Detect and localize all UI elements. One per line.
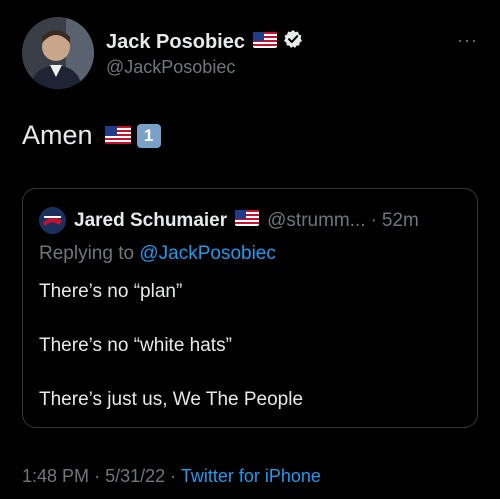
author-avatar[interactable] (22, 17, 94, 89)
separator-dot: · (170, 466, 177, 486)
tweet-text: Amen 1 (22, 120, 161, 151)
author-name[interactable]: Jack Posobiec (106, 29, 303, 55)
more-options-icon[interactable]: ··· (457, 30, 478, 51)
us-flag-icon (252, 31, 277, 54)
separator-dot: · (94, 466, 101, 486)
quoted-author-handle: @strumm... (267, 209, 366, 231)
verified-badge-icon (283, 29, 303, 55)
quoted-author-avatar (39, 207, 66, 234)
quoted-tweet-card[interactable]: Jared Schumaier @strumm... · 52m Replyin… (22, 188, 478, 428)
replying-to-mention[interactable]: @JackPosobiec (139, 243, 276, 264)
tweet-meta: 1:48 PM · 5/31/22 · Twitter for iPhone (22, 466, 321, 487)
avatar-photo (22, 17, 94, 89)
quoted-tweet-header: Jared Schumaier @strumm... · 52m (39, 207, 419, 234)
tweet-source-link[interactable]: Twitter for iPhone (181, 466, 321, 486)
separator-dot: · (370, 209, 377, 231)
tweet-time[interactable]: 1:48 PM (22, 466, 89, 486)
replying-to-prefix: Replying to (39, 243, 135, 264)
quoted-author-name: Jared Schumaier (74, 209, 228, 231)
replying-to: Replying to @JackPosobiec (39, 243, 276, 265)
us-flag-icon (104, 120, 131, 151)
tweet-date[interactable]: 5/31/22 (105, 466, 165, 486)
keycap-one-icon: 1 (136, 123, 161, 148)
us-flag-icon (235, 210, 260, 231)
quoted-tweet-line: There’s no “plan” (39, 281, 183, 302)
tweet-text-content: Amen (22, 120, 93, 150)
author-name-text: Jack Posobiec (106, 30, 245, 53)
quoted-tweet-line: There’s no “white hats” (39, 335, 232, 356)
author-handle[interactable]: @JackPosobiec (106, 57, 235, 78)
quoted-tweet-line: There’s just us, We The People (39, 389, 304, 410)
quoted-tweet-time: 52m (381, 209, 419, 231)
